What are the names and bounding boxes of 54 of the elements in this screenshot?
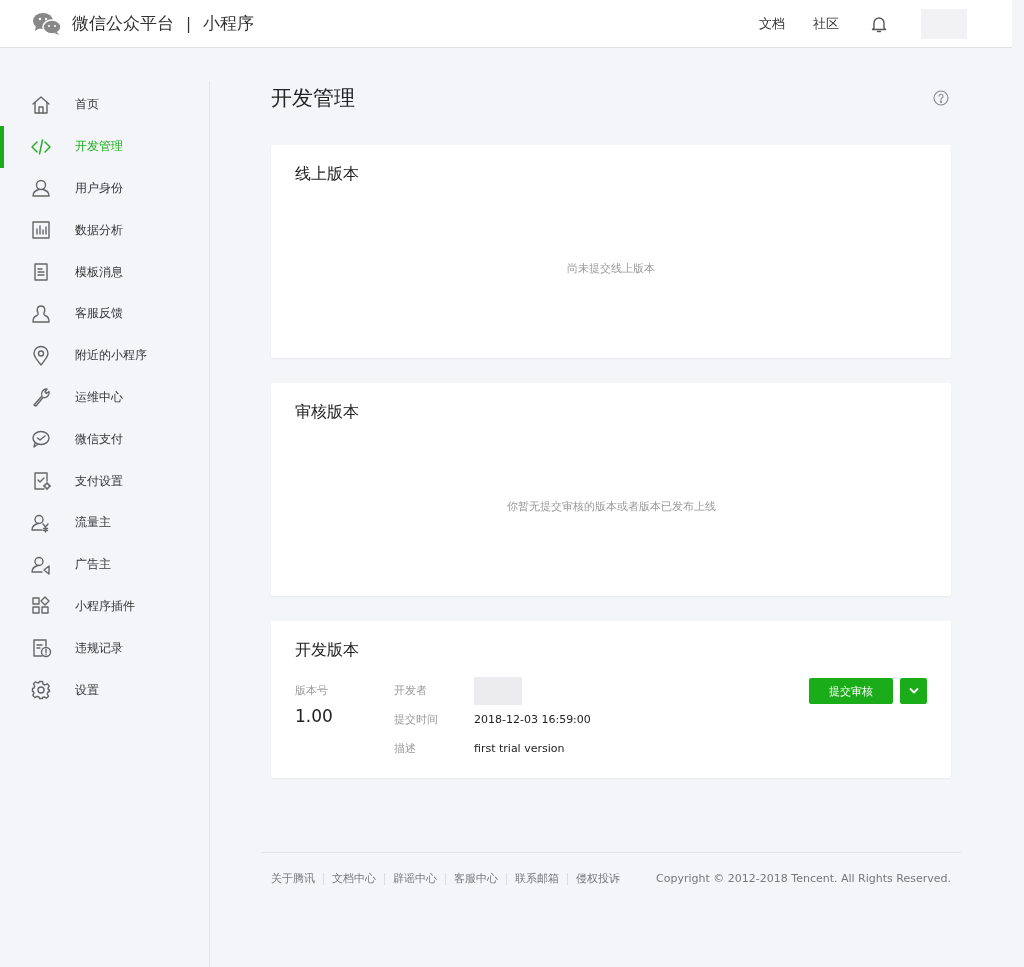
sidebar-item[interactable]: 模板消息 (0, 251, 209, 293)
sidebar-item[interactable]: 用户身份 (0, 167, 209, 210)
nav-icon (30, 219, 52, 242)
sidebar-item[interactable]: 广告主 (0, 543, 209, 586)
sidebar-item[interactable]: 违规记录 (0, 627, 209, 670)
sidebar-item[interactable]: 客服反馈 (0, 293, 209, 335)
section-title: 审核版本 (295, 401, 360, 423)
section-title: 开发版本 (295, 639, 360, 661)
sidebar-item[interactable]: 运维中心 (0, 376, 209, 419)
platform-title: 微信公众平台 (72, 12, 174, 35)
nav-icon (30, 637, 52, 660)
field-label: 开发者 (394, 683, 428, 699)
footer-link[interactable]: 侵权投诉 (576, 871, 620, 886)
section-title: 线上版本 (295, 163, 360, 185)
field-label: 提交时间 (394, 712, 439, 728)
nav-icon (30, 302, 52, 325)
chevron-down-icon (908, 687, 919, 695)
footer-link[interactable]: 客服中心 (454, 871, 498, 886)
nav-icon (30, 344, 52, 367)
more-options-button[interactable] (900, 678, 927, 704)
field-label: 描述 (394, 741, 417, 757)
help-button[interactable] (933, 89, 949, 106)
sidebar-item[interactable]: 设置 (0, 669, 209, 711)
sidebar-item[interactable]: 小程序插件 (0, 585, 209, 628)
footer-link[interactable]: 辟谣中心 (393, 871, 437, 886)
footer-link[interactable]: 文档中心 (332, 871, 376, 886)
sidebar-item[interactable]: 微信支付 (0, 418, 209, 461)
nav-icon (30, 386, 52, 409)
nav-icon (30, 679, 52, 702)
empty-message: 你暂无提交审核的版本或者版本已发布上线 (506, 499, 716, 514)
nav-icon (30, 93, 52, 116)
chat-bubbles-icon (32, 11, 62, 36)
sidebar-item[interactable]: 附近的小程序 (0, 334, 209, 377)
title-separator: | (186, 14, 192, 33)
empty-message: 尚未提交线上版本 (567, 261, 655, 276)
field-value: first trial version (474, 741, 566, 757)
sidebar-item[interactable]: 数据分析 (0, 209, 209, 252)
sidebar-item[interactable]: 支付设置 (0, 460, 209, 502)
sidebar-item[interactable]: 流量主 (0, 501, 209, 544)
bell-icon (871, 14, 887, 33)
version-number: 1.00 (295, 706, 334, 726)
header-link[interactable]: 文档 (759, 13, 785, 34)
header-link[interactable]: 社区 (813, 13, 839, 34)
footer-link[interactable]: 关于腾讯 (271, 871, 315, 886)
nav-icon (30, 177, 52, 200)
notifications-button[interactable] (871, 14, 887, 33)
field-value: 2018-12-03 16:59:00 (474, 712, 592, 728)
product-title: 小程序 (203, 12, 255, 35)
field-label: 版本号 (295, 683, 329, 699)
sidebar-item[interactable]: 首页 (0, 84, 209, 126)
page-title: 开发管理 (271, 84, 355, 112)
copyright-text: Copyright © 2012-2018 Tencent. All Rights Reserved. (656, 872, 951, 885)
footer-link[interactable]: 联系邮箱 (515, 871, 559, 886)
question-icon (933, 89, 949, 106)
